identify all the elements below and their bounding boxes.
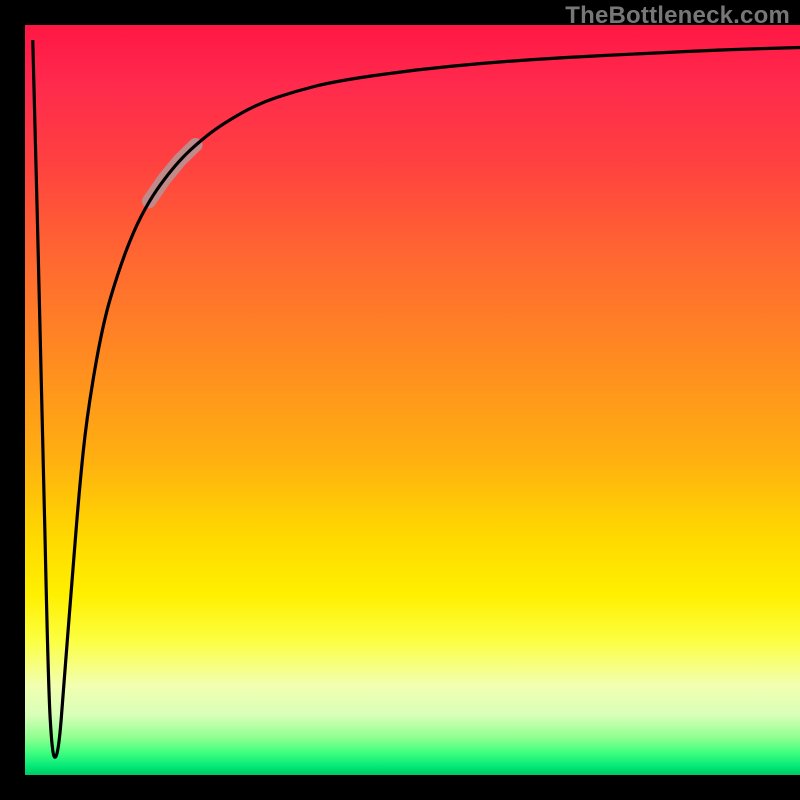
plot-area bbox=[25, 25, 800, 775]
chart-container: TheBottleneck.com bbox=[0, 0, 800, 800]
watermark-label: TheBottleneck.com bbox=[565, 2, 790, 30]
bottleneck-curve bbox=[33, 40, 800, 757]
curve-layer bbox=[25, 25, 800, 775]
